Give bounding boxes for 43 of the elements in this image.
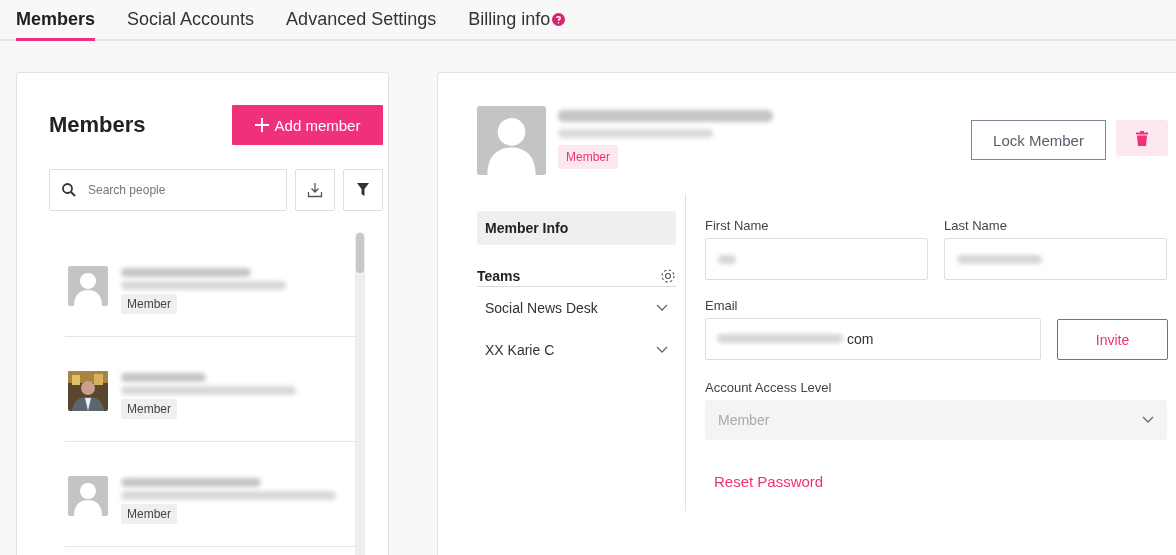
reset-password-link[interactable]: Reset Password	[714, 473, 824, 490]
search-icon	[62, 183, 76, 197]
email-field[interactable]: com	[705, 318, 1041, 360]
role-badge: Member	[558, 145, 618, 169]
chevron-down-icon	[656, 304, 668, 312]
section-heading: Teams	[477, 268, 521, 284]
tab[interactable]: Billing info	[468, 0, 566, 41]
last-name-field[interactable]	[944, 238, 1167, 280]
download-button[interactable]	[295, 169, 335, 211]
search-field[interactable]: Search people	[49, 169, 287, 211]
filter-icon	[357, 183, 369, 197]
tab[interactable]: Members	[16, 0, 96, 41]
role-tag: Member	[121, 294, 177, 314]
field-label: Last Name	[944, 218, 1008, 233]
field-label: Account Access Level	[705, 380, 833, 395]
help-icon[interactable]	[552, 12, 566, 26]
tab[interactable]: Advanced Settings	[286, 0, 437, 41]
role-tag: Member	[121, 399, 177, 419]
field-label: Email	[705, 298, 739, 313]
chevron-down-icon	[1142, 416, 1154, 424]
avatar-icon	[477, 106, 546, 175]
team-item[interactable]: Social News Desk	[477, 287, 676, 329]
avatar-icon	[68, 476, 108, 516]
first-name-field[interactable]	[705, 238, 928, 280]
lock-member-button[interactable]: Lock Member	[971, 120, 1106, 160]
plus-icon	[254, 118, 269, 132]
invite-button[interactable]: Invite	[1057, 319, 1168, 360]
scrollbar[interactable]	[355, 232, 365, 555]
redacted-text	[718, 254, 736, 264]
tab[interactable]: Social Accounts	[127, 0, 255, 41]
chevron-down-icon	[656, 346, 668, 354]
nav-item[interactable]: Member Info	[477, 211, 676, 245]
filter-button[interactable]	[343, 169, 383, 211]
field-label: First Name	[705, 218, 770, 233]
avatar-icon	[68, 266, 108, 306]
team-item[interactable]: XX Karie C	[477, 329, 676, 371]
delete-button[interactable]	[1116, 120, 1168, 156]
trash-icon	[1136, 130, 1148, 146]
settings-icon[interactable]	[660, 268, 676, 284]
add-member-button[interactable]: Add member	[232, 105, 383, 145]
panel-title: Members	[49, 112, 146, 138]
download-icon	[307, 182, 323, 198]
role-tag: Member	[121, 504, 177, 524]
